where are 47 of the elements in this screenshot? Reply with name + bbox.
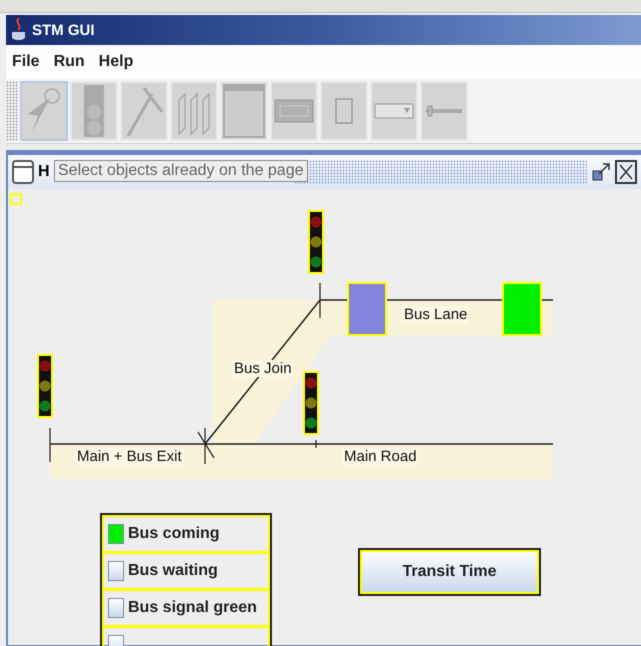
tool-button[interactable] [270, 81, 318, 141]
tool-button[interactable] [70, 81, 118, 141]
transit-time-button[interactable]: Transit Time [358, 548, 541, 596]
checkbox-icon [335, 98, 353, 124]
tool-button[interactable] [220, 81, 268, 141]
checkbox-row[interactable]: Bus signal green [102, 589, 270, 626]
checkbox-row[interactable]: Bus coming [102, 515, 270, 552]
menu-item[interactable]: File [12, 53, 40, 71]
tool-button[interactable] [120, 81, 168, 141]
java-cup-icon [10, 17, 28, 43]
window-icon [12, 160, 34, 184]
menu-item[interactable]: Run [54, 53, 85, 71]
tooltip: Select objects already on the page [54, 160, 308, 182]
traffic-light-icon [83, 84, 105, 138]
traffic-light-icon [308, 210, 324, 274]
dropdown-icon [374, 103, 414, 119]
tool-button[interactable] [420, 81, 468, 141]
sensor[interactable] [347, 282, 387, 336]
checkbox-label: Bus signal green [128, 599, 257, 617]
maximize-icon[interactable] [591, 162, 611, 182]
slider-icon [424, 105, 464, 117]
traffic-light-icon [37, 354, 53, 418]
checkbox[interactable] [108, 598, 124, 618]
checkbox-row[interactable]: Bus waiting [102, 552, 270, 589]
frame-title: H [38, 163, 50, 181]
toolbar-grip[interactable] [6, 81, 18, 141]
window-icon [223, 84, 265, 138]
tool-button[interactable] [20, 81, 68, 141]
menu-item[interactable]: Help [98, 53, 134, 71]
window-title: STM GUI [32, 22, 94, 38]
tool-button[interactable] [320, 81, 368, 141]
corner-marker-icon [10, 193, 22, 205]
checkbox[interactable] [108, 524, 124, 544]
sensor[interactable] [502, 282, 542, 336]
road-label: Bus Join [232, 360, 294, 377]
tool-button[interactable] [370, 81, 418, 141]
hammer-icon [124, 84, 164, 138]
checkbox-label: Bus coming [128, 525, 220, 543]
traffic-light-icon [303, 371, 319, 435]
ok-button-icon [274, 99, 314, 123]
tool-button[interactable] [170, 81, 218, 141]
checkbox[interactable] [108, 561, 124, 581]
road-label: Bus Lane [402, 306, 470, 323]
close-icon[interactable] [615, 160, 637, 184]
road-label: Main Road [342, 448, 419, 465]
road-label: Main + Bus Exit [75, 448, 184, 465]
checkbox-label: Bus waiting [128, 562, 218, 580]
